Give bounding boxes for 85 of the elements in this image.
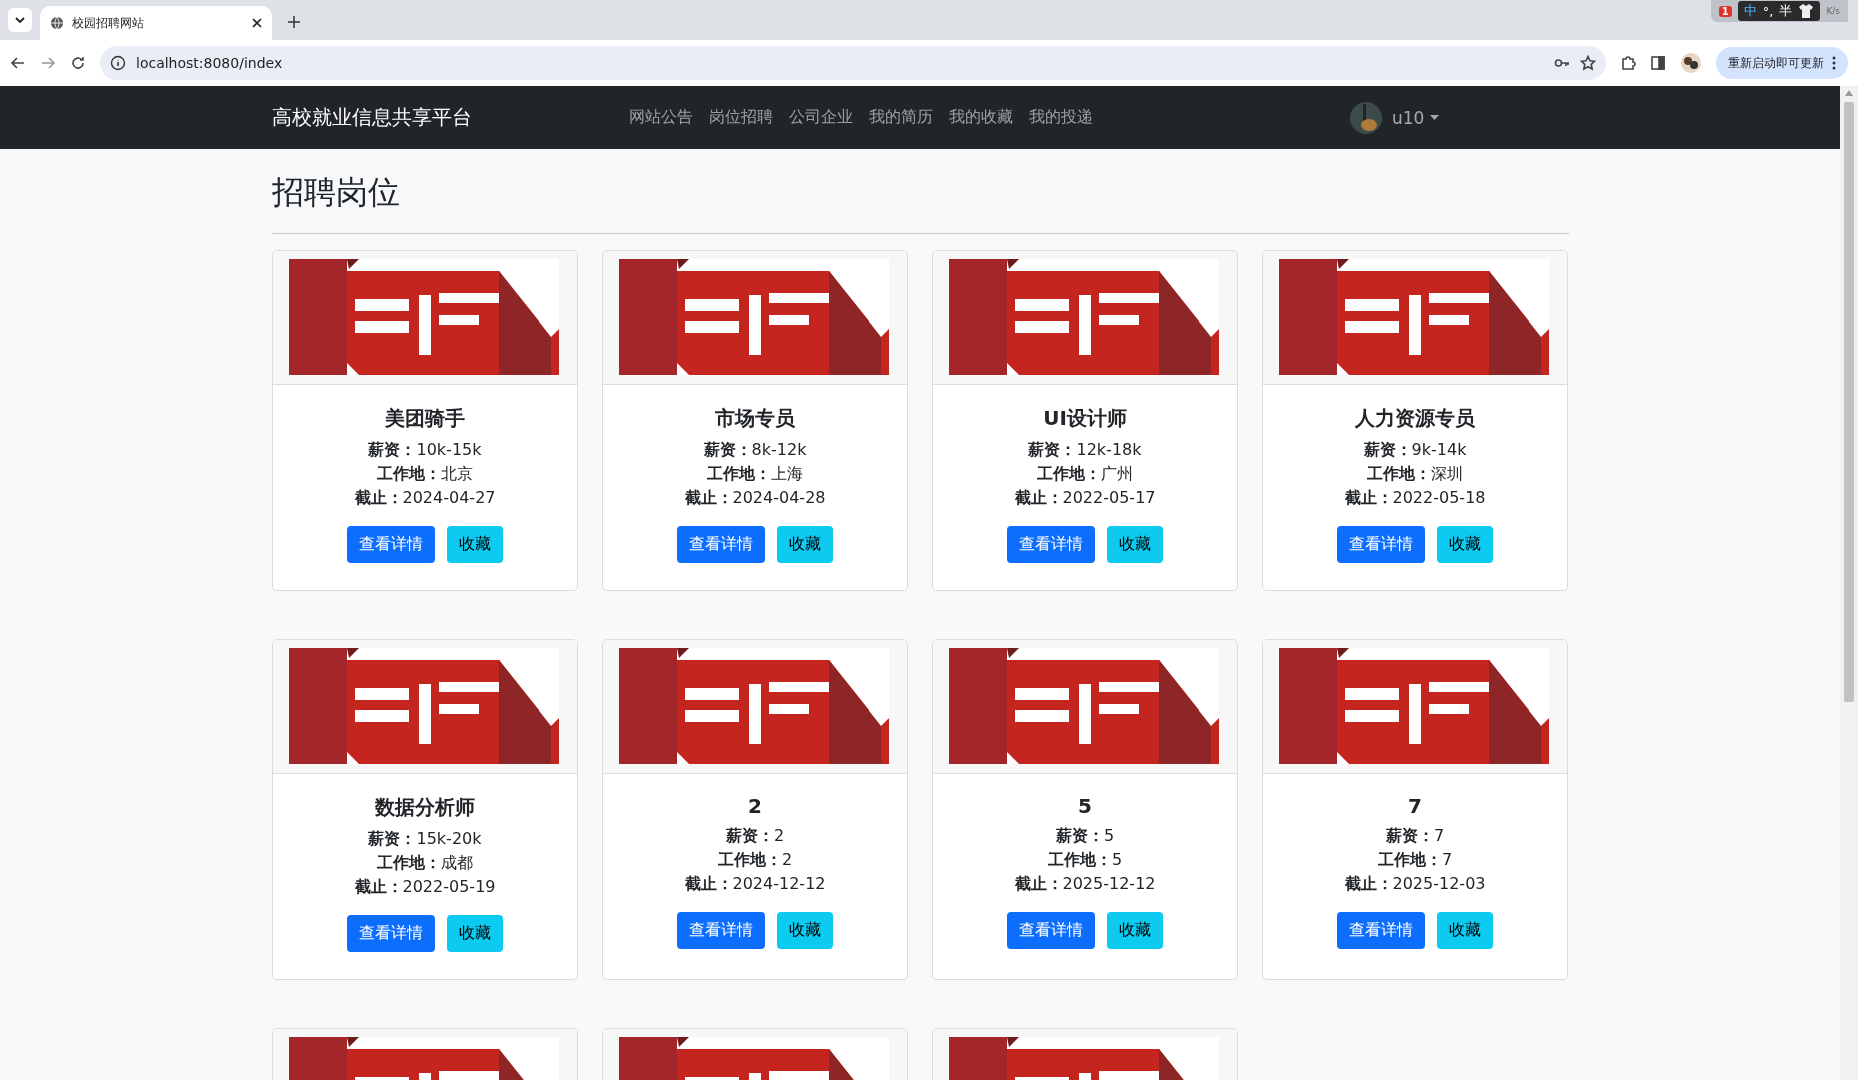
- shirt-icon: [1798, 3, 1815, 19]
- chevron-down-icon: [15, 15, 25, 25]
- job-detail: 薪资：5: [1055, 825, 1115, 847]
- favorite-button[interactable]: 收藏: [447, 915, 503, 952]
- profile-avatar[interactable]: [1680, 52, 1702, 74]
- details-button[interactable]: 查看详情: [347, 915, 435, 952]
- favorite-button[interactable]: 收藏: [1437, 912, 1493, 949]
- network-speed: K/s: [1826, 6, 1840, 16]
- ime-mode: 中: [1743, 2, 1757, 20]
- info-icon: [110, 55, 126, 71]
- close-icon[interactable]: [252, 18, 262, 28]
- url-text: localhost:8080/index: [136, 55, 284, 71]
- job-detail: 工作地：北京: [377, 463, 473, 485]
- details-button[interactable]: 查看详情: [1007, 912, 1095, 949]
- job-title: 5: [1078, 794, 1092, 818]
- favorite-button[interactable]: 收藏: [1107, 526, 1163, 563]
- job-title: UI设计师: [1043, 405, 1127, 432]
- job-title: 2: [748, 794, 762, 818]
- job-detail: 截止：2025-12-12: [1014, 873, 1156, 895]
- punctuation-mode: °,: [1762, 3, 1774, 19]
- job-detail: 截止：2024-04-27: [354, 487, 496, 509]
- job-detail: 截止：2025-12-03: [1344, 873, 1486, 895]
- job-detail: 工作地：7: [1377, 849, 1453, 871]
- job-title: 数据分析师: [375, 794, 475, 821]
- job-detail: 截止：2022-05-17: [1014, 487, 1156, 509]
- tab-title: 校园招聘网站: [72, 14, 145, 32]
- puzzle-icon[interactable]: [1620, 55, 1636, 71]
- job-detail: 截止：2024-12-12: [684, 873, 826, 895]
- details-button[interactable]: 查看详情: [1337, 912, 1425, 949]
- back-icon[interactable]: [10, 55, 26, 71]
- job-detail: 薪资：15k-20k: [368, 828, 482, 850]
- globe-icon: [50, 16, 64, 30]
- job-detail: 工作地：深圳: [1367, 463, 1463, 485]
- plus-icon: [288, 16, 300, 28]
- details-button[interactable]: 查看详情: [677, 526, 765, 563]
- job-detail: 截止：2024-04-28: [684, 487, 826, 509]
- job-detail: 截止：2022-05-18: [1344, 487, 1486, 509]
- favorite-button[interactable]: 收藏: [447, 526, 503, 563]
- favorite-button[interactable]: 收藏: [777, 912, 833, 949]
- nav-link[interactable]: 我的简历: [861, 107, 941, 128]
- job-detail: 薪资：8k-12k: [703, 439, 807, 461]
- job-detail: 工作地：上海: [707, 463, 803, 485]
- details-button[interactable]: 查看详情: [347, 526, 435, 563]
- user-menu[interactable]: u10: [1392, 107, 1440, 128]
- ime-toolbar[interactable]: 中 °, 半: [1737, 1, 1821, 21]
- update-button[interactable]: 重新启动即可更新: [1716, 47, 1848, 79]
- notification-badge: 1: [1718, 5, 1732, 17]
- job-detail: 工作地：5: [1047, 849, 1123, 871]
- nav-link[interactable]: 网站公告: [621, 107, 701, 128]
- nav-link[interactable]: 我的收藏: [941, 107, 1021, 128]
- forward-icon[interactable]: [40, 55, 56, 71]
- job-title: 7: [1408, 794, 1422, 818]
- tab-list-button[interactable]: [8, 8, 32, 32]
- job-detail: 薪资：10k-15k: [368, 439, 482, 461]
- job-detail: 薪资：12k-18k: [1028, 439, 1142, 461]
- nav-link[interactable]: 公司企业: [781, 107, 861, 128]
- job-title: 市场专员: [715, 405, 795, 432]
- job-detail: 薪资：7: [1385, 825, 1445, 847]
- job-detail: 薪资：9k-14k: [1363, 439, 1467, 461]
- job-detail: 截止：2022-05-19: [354, 876, 496, 898]
- job-detail: 工作地：成都: [377, 852, 473, 874]
- nav-link[interactable]: 我的投递: [1021, 107, 1101, 128]
- job-title: 美团骑手: [385, 405, 465, 432]
- favorite-button[interactable]: 收藏: [1437, 526, 1493, 563]
- user-avatar[interactable]: [1350, 101, 1382, 134]
- caret-icon: [1430, 115, 1440, 120]
- address-bar[interactable]: localhost:8080/index: [100, 46, 1606, 80]
- page-title: 招聘岗位: [272, 172, 401, 213]
- star-icon[interactable]: [1580, 55, 1596, 71]
- side-panel-icon[interactable]: [1650, 55, 1666, 71]
- job-title: 人力资源专员: [1355, 405, 1475, 432]
- job-detail: 工作地：2: [717, 849, 793, 871]
- details-button[interactable]: 查看详情: [677, 912, 765, 949]
- job-detail: 工作地：广州: [1037, 463, 1133, 485]
- details-button[interactable]: 查看详情: [1337, 526, 1425, 563]
- reload-icon[interactable]: [70, 55, 86, 71]
- job-detail: 薪资：2: [725, 825, 785, 847]
- favorite-button[interactable]: 收藏: [777, 526, 833, 563]
- browser-tab[interactable]: 校园招聘网站: [40, 6, 272, 40]
- width-mode: 半: [1779, 2, 1793, 20]
- favorite-button[interactable]: 收藏: [1107, 912, 1163, 949]
- nav-link[interactable]: 岗位招聘: [701, 107, 781, 128]
- details-button[interactable]: 查看详情: [1007, 526, 1095, 563]
- more-icon: [1832, 56, 1836, 70]
- brand-link[interactable]: 高校就业信息共享平台: [272, 104, 621, 131]
